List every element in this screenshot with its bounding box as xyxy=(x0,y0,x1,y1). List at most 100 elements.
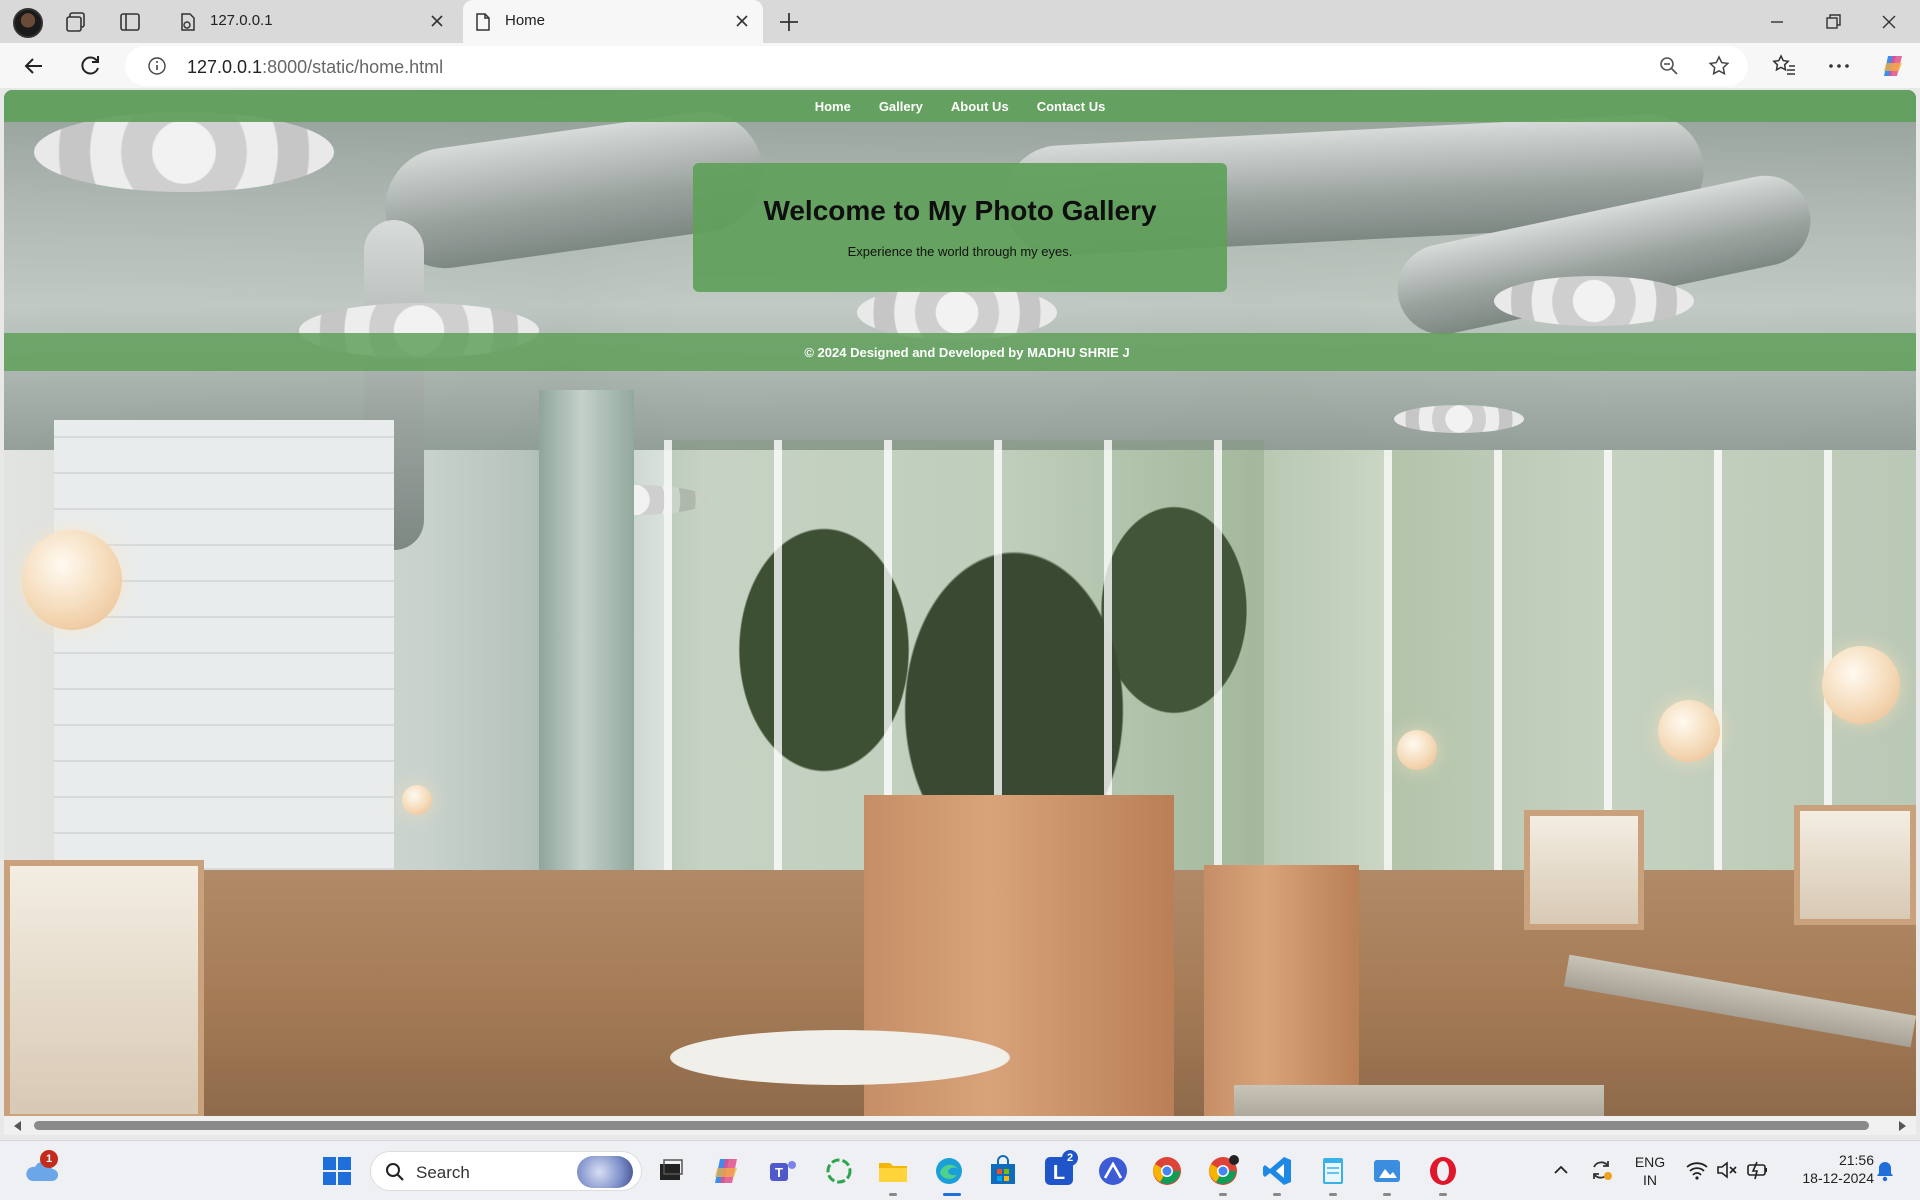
booth-seat xyxy=(4,860,204,1116)
hero-subtitle: Experience the world through my eyes. xyxy=(847,244,1073,259)
favorite-star-icon[interactable] xyxy=(1708,55,1730,77)
file-explorer-icon[interactable] xyxy=(876,1154,910,1188)
wall-sconce xyxy=(402,785,432,815)
running-indicator xyxy=(889,1193,897,1196)
nav-link-gallery[interactable]: Gallery xyxy=(879,99,923,114)
site-footer: © 2024 Designed and Developed by MADHU S… xyxy=(4,333,1916,371)
show-hidden-icons-chevron-icon[interactable] xyxy=(1552,1163,1570,1177)
profile-avatar[interactable] xyxy=(13,8,43,38)
battery-charging-icon[interactable] xyxy=(1745,1159,1771,1181)
svg-text:L: L xyxy=(1053,1162,1065,1184)
language-indicator[interactable]: ENG IN xyxy=(1628,1153,1672,1189)
teams-icon[interactable]: T xyxy=(766,1154,800,1188)
pendant-lamp xyxy=(1822,646,1900,724)
store-icon[interactable] xyxy=(986,1154,1020,1188)
ceiling-diffuser xyxy=(857,285,1057,340)
more-options-icon[interactable] xyxy=(1826,53,1852,79)
url-host: 127.0.0.1 xyxy=(187,57,263,77)
app-badge: 2 xyxy=(1062,1150,1078,1166)
close-window-icon[interactable] xyxy=(1877,10,1901,34)
booth-seat xyxy=(1794,805,1916,925)
zoom-out-icon[interactable] xyxy=(1658,55,1680,77)
clock-date: 18-12-2024 xyxy=(1802,1170,1874,1186)
arc-app-icon[interactable] xyxy=(1096,1154,1130,1188)
nav-link-about-us[interactable]: About Us xyxy=(951,99,1009,114)
site-nav: Home Gallery About Us Contact Us xyxy=(4,90,1916,122)
reload-icon[interactable] xyxy=(76,52,104,80)
windows-start-icon[interactable] xyxy=(320,1154,354,1188)
language-code: ENG xyxy=(1634,1154,1666,1170)
search-highlight-art xyxy=(577,1156,633,1188)
dining-table xyxy=(1234,1085,1604,1116)
nav-link-contact-us[interactable]: Contact Us xyxy=(1037,99,1106,114)
copilot-app-icon[interactable] xyxy=(710,1154,744,1188)
search-icon xyxy=(386,1163,404,1181)
taskbar-search[interactable]: Search xyxy=(370,1151,642,1191)
clock-time: 21:56 xyxy=(1838,1152,1874,1168)
hero-banner: Welcome to My Photo Gallery Experience t… xyxy=(693,163,1227,292)
weather-badge: 1 xyxy=(40,1150,58,1168)
url-text[interactable]: 127.0.0.1:8000/static/home.html xyxy=(187,57,443,78)
notification-bell-icon[interactable] xyxy=(1874,1159,1896,1183)
restore-icon[interactable] xyxy=(1821,10,1845,34)
back-icon[interactable] xyxy=(20,52,48,80)
ceiling-diffuser xyxy=(1394,405,1524,433)
url-path: :8000/static/home.html xyxy=(262,57,444,77)
pendant-lamp xyxy=(1397,730,1437,770)
round-table xyxy=(670,1030,1010,1085)
browser-toolbar: 127.0.0.1:8000/static/home.html xyxy=(0,43,1920,88)
tab-title: 127.0.0.1 xyxy=(210,12,273,29)
paint-icon[interactable] xyxy=(1370,1154,1404,1188)
scroll-right-arrow-icon[interactable] xyxy=(1899,1121,1906,1131)
windows-taskbar: 1 Search T L 2 ENG IN 21:56 18-12-2024 xyxy=(0,1140,1920,1200)
new-tab-icon[interactable] xyxy=(776,9,802,35)
hero-title: Welcome to My Photo Gallery xyxy=(763,195,1157,226)
copilot-icon[interactable] xyxy=(1880,53,1906,79)
edge-browser-icon[interactable] xyxy=(932,1154,966,1188)
page-error-icon xyxy=(181,13,195,31)
refresh-app-icon[interactable] xyxy=(822,1154,856,1188)
running-indicator xyxy=(1219,1193,1227,1196)
minimize-icon[interactable] xyxy=(1765,10,1789,34)
tab-title: Home xyxy=(505,12,546,29)
ceiling-diffuser xyxy=(1494,276,1694,326)
nav-link-home[interactable]: Home xyxy=(815,99,851,114)
tab-home[interactable]: Home xyxy=(463,0,763,43)
scroll-left-arrow-icon[interactable] xyxy=(14,1121,21,1131)
booth-seat xyxy=(1524,810,1644,930)
page-icon xyxy=(476,13,490,31)
address-bar[interactable]: 127.0.0.1:8000/static/home.html xyxy=(125,46,1748,86)
notepad-icon[interactable] xyxy=(1316,1154,1350,1188)
language-region: IN xyxy=(1643,1172,1657,1188)
active-indicator xyxy=(943,1193,961,1196)
browser-tab-strip: 127.0.0.1 Home xyxy=(0,0,1920,43)
volume-muted-icon[interactable] xyxy=(1715,1159,1739,1181)
sync-icon[interactable] xyxy=(1588,1157,1614,1183)
pendant-lamp xyxy=(22,530,122,630)
clock[interactable]: 21:56 18-12-2024 xyxy=(1778,1151,1874,1187)
search-label: Search xyxy=(416,1163,470,1182)
vscode-icon[interactable] xyxy=(1260,1154,1294,1188)
footer-credit: © 2024 Designed and Developed by MADHU S… xyxy=(804,344,1130,360)
close-tab-icon[interactable] xyxy=(428,12,446,30)
close-tab-icon[interactable] xyxy=(733,12,751,30)
task-view-icon[interactable] xyxy=(654,1154,688,1188)
workspaces-icon[interactable] xyxy=(64,10,88,34)
pendant-lamp xyxy=(1658,700,1720,762)
ceiling-diffuser xyxy=(34,112,334,192)
tab-actions-icon[interactable] xyxy=(118,10,142,34)
svg-text:T: T xyxy=(775,1165,783,1180)
wifi-icon[interactable] xyxy=(1685,1159,1709,1181)
chrome-icon[interactable] xyxy=(1150,1154,1184,1188)
favorites-icon[interactable] xyxy=(1771,53,1797,79)
running-indicator xyxy=(1439,1193,1447,1196)
chrome-profile-icon[interactable] xyxy=(1206,1154,1240,1188)
running-indicator xyxy=(1383,1193,1391,1196)
site-info-icon[interactable] xyxy=(147,56,167,76)
opera-icon[interactable] xyxy=(1426,1154,1460,1188)
page-viewport: Home Gallery About Us Contact Us Welcome… xyxy=(4,90,1916,1116)
horizontal-scrollbar[interactable] xyxy=(4,1116,1916,1135)
scrollbar-thumb[interactable] xyxy=(34,1121,1869,1130)
cabinet xyxy=(1204,865,1359,1116)
tab-127[interactable]: 127.0.0.1 xyxy=(168,0,458,43)
